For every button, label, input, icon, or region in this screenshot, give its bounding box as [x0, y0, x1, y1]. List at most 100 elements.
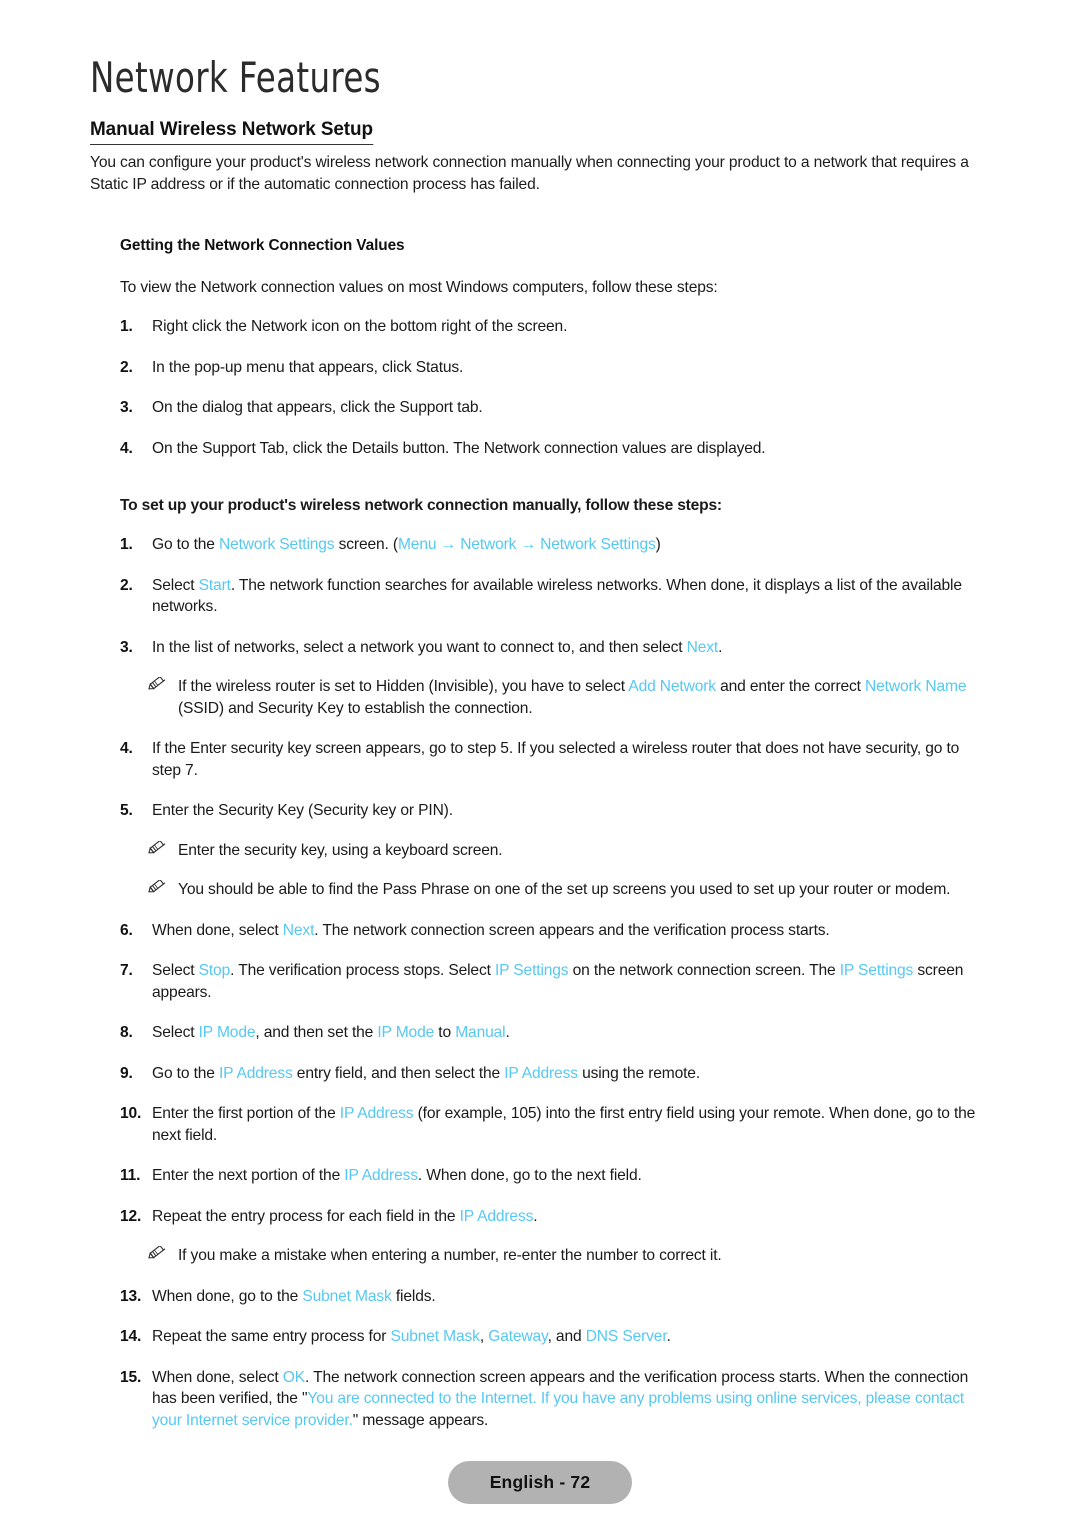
step-text-part: to	[434, 1024, 456, 1041]
menu-term: Stop	[198, 962, 231, 979]
list-item: 12. Repeat the entry process for each fie…	[90, 1206, 990, 1228]
list-item: 3. On the dialog that appears, click the …	[90, 397, 990, 419]
pencil-icon	[148, 1246, 170, 1264]
list-item: 10. Enter the first portion of the IP Add…	[90, 1103, 990, 1146]
menu-term: IP Mode	[198, 1024, 256, 1041]
step-text-part: When done, select	[152, 1368, 283, 1386]
arrow-icon: →	[516, 536, 541, 553]
list-item: 7. Select Stop. The verification process …	[90, 960, 990, 1003]
step-text: Enter the Security Key (Security key or …	[152, 802, 453, 819]
subsection-heading: Getting the Network Connection Values	[120, 237, 405, 254]
note-text: Enter the security key, using a keyboard…	[178, 841, 503, 859]
step-text-part: . The verification process stops. Select	[230, 962, 495, 979]
step-text-part: Go to the	[152, 1064, 219, 1082]
step-number: 4.	[120, 740, 133, 757]
menu-term: IP Address	[339, 1105, 414, 1122]
step-number: 15.	[120, 1368, 142, 1386]
note-text: You should be able to find the Pass Phra…	[178, 881, 951, 898]
manual-setup-steps-list: 1. Go to the Network Settings screen. (Me…	[90, 534, 990, 1431]
list-item: 4. If the Enter security key screen appea…	[90, 738, 990, 781]
step-text-part: . The network function searches for avai…	[152, 576, 962, 616]
menu-term: Network	[460, 536, 517, 553]
step-text-part: .	[505, 1024, 510, 1041]
step-text-part: .	[533, 1207, 538, 1225]
step-number: 2.	[120, 358, 133, 376]
step-text: Right click the Network icon on the bott…	[152, 318, 568, 335]
menu-term: Subnet Mask	[302, 1287, 392, 1305]
menu-term: Next	[282, 921, 315, 939]
note-text-part: (SSID) and Security Key to establish the…	[178, 699, 533, 717]
menu-term: IP Mode	[377, 1024, 435, 1041]
chapter-title: Network Features	[90, 53, 381, 102]
note-line: Enter the security key, using a keyboard…	[90, 840, 990, 862]
menu-term: OK	[282, 1368, 306, 1386]
list-item: 13. When done, go to the Subnet Mask fiel…	[90, 1286, 990, 1308]
step-number: 5.	[120, 802, 133, 819]
list-item: 3. In the list of networks, select a netw…	[90, 637, 990, 659]
step-text-part: " message appears.	[352, 1411, 489, 1429]
step-text-part: . The network connection screen appears …	[314, 921, 830, 939]
step-number: 11.	[120, 1167, 141, 1184]
list-item: 11. Enter the next portion of the IP Addr…	[90, 1165, 990, 1187]
step-number: 9.	[120, 1064, 133, 1082]
menu-term: IP Settings	[494, 962, 569, 979]
step-number: 8.	[120, 1024, 133, 1041]
list-item: 2. In the pop-up menu that appears, click…	[90, 357, 990, 379]
pencil-icon	[148, 677, 170, 695]
menu-term: Start	[198, 576, 231, 594]
step-text-part: Enter the first portion of the	[152, 1105, 340, 1122]
step-text-part: ,	[479, 1328, 489, 1345]
menu-term: IP Settings	[839, 962, 914, 979]
menu-term: IP Address	[459, 1207, 534, 1225]
step-text: On the Support Tab, click the Details bu…	[152, 439, 766, 457]
step-number: 1.	[120, 318, 133, 335]
step-text-part: When done, go to the	[152, 1287, 303, 1305]
step-text-part: Select	[152, 576, 199, 594]
step-text-part: entry field, and then select the	[292, 1064, 505, 1082]
step-number: 4.	[120, 439, 133, 457]
menu-term: Network Settings	[218, 536, 335, 553]
windows-steps-list: 1. Right click the Network icon on the bo…	[90, 316, 990, 459]
menu-term: DNS Server	[585, 1328, 667, 1345]
list-item: 14. Repeat the same entry process for Sub…	[90, 1326, 990, 1348]
step-text-part: . When done, go to the next field.	[417, 1167, 642, 1184]
menu-term: Manual	[455, 1024, 506, 1041]
pencil-icon	[148, 840, 170, 859]
step-text-part: fields.	[391, 1287, 436, 1305]
note-line: If the wireless router is set to Hidden …	[90, 676, 990, 719]
step-text-part: In the list of networks, select a networ…	[152, 638, 687, 656]
menu-term: IP Address	[504, 1064, 578, 1082]
intro-paragraph: You can configure your product's wireles…	[90, 154, 969, 193]
document-page: Network Features Manual Wireless Network…	[0, 0, 1080, 1534]
manual-setup-lead: To set up your product's wireless networ…	[120, 497, 722, 514]
page-content: You can configure your product's wireles…	[90, 152, 990, 1431]
arrow-icon: →	[436, 536, 461, 553]
step-text-part: screen. (	[334, 536, 398, 553]
section-heading: Manual Wireless Network Setup	[90, 118, 373, 145]
menu-term: Next	[686, 638, 719, 656]
step-text-part: Enter the next portion of the	[152, 1167, 345, 1184]
note-line: If you make a mistake when entering a nu…	[90, 1245, 990, 1267]
step-number: 6.	[120, 921, 133, 939]
menu-term: Add Network	[628, 678, 716, 695]
step-number: 3.	[120, 399, 133, 416]
note-text-part: and enter the correct	[715, 678, 866, 695]
list-item: 2. Select Start. The network function sea…	[90, 575, 990, 618]
list-item: 8. Select IP Mode, and then set the IP Mo…	[90, 1022, 990, 1044]
note-text-part: If the wireless router is set to Hidden …	[178, 678, 629, 695]
step-number: 1.	[120, 536, 133, 553]
list-item: 1. Right click the Network icon on the bo…	[90, 316, 990, 338]
step-text-part: )	[655, 536, 661, 553]
step-text: If the Enter security key screen appears…	[152, 740, 960, 779]
step-text-part: Select	[152, 962, 199, 979]
step-text-part: Repeat the entry process for each field …	[152, 1207, 460, 1225]
list-item: 9. Go to the IP Address entry field, and …	[90, 1063, 990, 1085]
pencil-icon	[148, 880, 170, 898]
list-item: 4. On the Support Tab, click the Details …	[90, 438, 990, 460]
menu-term: IP Address	[218, 1064, 293, 1082]
step-text: On the dialog that appears, click the Su…	[152, 399, 483, 416]
menu-term: Network Name	[865, 678, 967, 695]
step-text-part: Select	[152, 1024, 199, 1041]
step-text: In the pop-up menu that appears, click S…	[152, 358, 464, 376]
step-text-part: .	[666, 1328, 671, 1345]
